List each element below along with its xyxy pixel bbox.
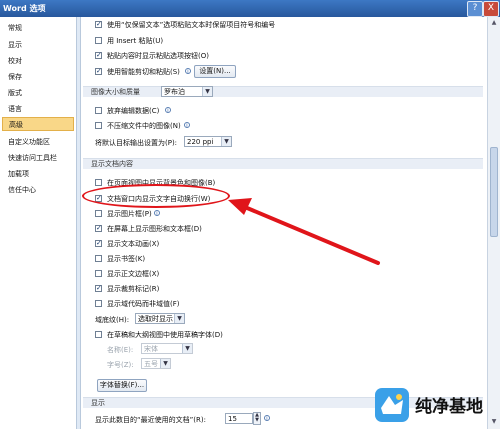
help-button[interactable]: ? <box>467 1 483 17</box>
chevron-down-icon: ▼ <box>182 344 192 353</box>
crop-marks-label: 显示裁剪标记(R) <box>107 285 160 293</box>
field-shading-select[interactable]: 选取时显示 ▼ <box>135 313 185 324</box>
sidebar-item-language[interactable]: 语言 <box>2 102 74 116</box>
no-compress-label: 不压缩文件中的图像(N) <box>107 122 181 130</box>
sidebar-item-display[interactable]: 显示 <box>2 38 74 52</box>
picture-placeholders-checkbox[interactable] <box>95 210 102 217</box>
drawings-textboxes-label: 在屏幕上显示图形和文本框(D) <box>107 225 202 233</box>
show-content-section-label: 显示文档内容 <box>91 160 133 168</box>
crop-marks-checkbox[interactable] <box>95 285 102 292</box>
options-content: 使用“仅保留文本”选项粘贴文本时保留项目符号和编号 用 Insert 粘贴(U)… <box>80 17 487 429</box>
settings-button[interactable]: 设置(N)... <box>194 65 236 78</box>
ppi-value: 220 ppi <box>187 138 214 146</box>
scroll-up-icon[interactable]: ▲ <box>489 18 499 28</box>
window-title: Word 选项 <box>3 4 46 13</box>
show-content-section: 显示文档内容 <box>83 158 483 169</box>
draft-font-checkbox[interactable] <box>95 331 102 338</box>
no-compress-checkbox[interactable] <box>95 122 102 129</box>
smart-paragraph-checkbox[interactable] <box>95 21 102 28</box>
show-background-checkbox[interactable] <box>95 179 102 186</box>
paste-options-checkbox[interactable] <box>95 52 102 59</box>
image-size-section: 图像大小和质量 <box>83 86 483 97</box>
sidebar-item-customize-ribbon[interactable]: 自定义功能区 <box>2 135 74 149</box>
default-target-label: 将默认目标输出设置为(P): <box>95 139 178 147</box>
image-document-value: 罗布泊 <box>164 88 185 96</box>
font-size-select[interactable]: 五号 ▼ <box>141 358 171 369</box>
chevron-down-icon: ▼ <box>221 137 231 146</box>
font-name-label: 名称(E): <box>107 346 134 354</box>
vertical-scrollbar[interactable]: ▲ ▼ <box>487 17 500 429</box>
info-icon: i <box>184 122 190 129</box>
image-size-section-label: 图像大小和质量 <box>91 88 140 96</box>
sidebar-item-quick-access[interactable]: 快速访问工具栏 <box>2 151 74 165</box>
draft-font-label: 在草稿和大纲视图中使用草稿字体(D) <box>107 331 223 339</box>
options-window: 常规 显示 校对 保存 版式 语言 高级 自定义功能区 快速访问工具栏 加载项 … <box>0 17 500 429</box>
watermark-text: 纯净基地 <box>415 397 483 417</box>
brand-logo-icon <box>375 388 409 422</box>
smart-cut-checkbox[interactable] <box>95 68 102 75</box>
text-boundaries-checkbox[interactable] <box>95 270 102 277</box>
smart-cut-label: 使用智能剪切和粘贴(S) <box>107 68 180 76</box>
text-animation-checkbox[interactable] <box>95 240 102 247</box>
sidebar-item-advanced[interactable]: 高级 <box>2 117 74 131</box>
chevron-down-icon: ▼ <box>202 87 212 96</box>
sidebar-item-trust-center[interactable]: 信任中心 <box>2 183 74 197</box>
chevron-down-icon: ▼ <box>160 359 170 368</box>
spin-buttons[interactable]: ▲ ▼ <box>253 412 261 425</box>
discard-edit-label: 放弃编辑数据(C) <box>107 107 160 115</box>
sidebar-item-save[interactable]: 保存 <box>2 70 74 84</box>
insert-paste-checkbox[interactable] <box>95 37 102 44</box>
display-section-label: 显示 <box>91 399 105 407</box>
sidebar: 常规 显示 校对 保存 版式 语言 高级 自定义功能区 快速访问工具栏 加载项 … <box>0 17 77 429</box>
field-codes-checkbox[interactable] <box>95 300 102 307</box>
field-shading-label: 域底纹(H): <box>95 316 130 324</box>
close-button[interactable]: X <box>483 1 499 17</box>
bookmarks-label: 显示书签(K) <box>107 255 146 263</box>
font-name-select[interactable]: 宋体 ▼ <box>141 343 193 354</box>
drawings-textboxes-checkbox[interactable] <box>95 225 102 232</box>
info-icon: i <box>185 68 191 75</box>
info-icon: i <box>154 210 160 217</box>
ppi-select[interactable]: 220 ppi ▼ <box>184 136 232 147</box>
sidebar-item-proofing[interactable]: 校对 <box>2 54 74 68</box>
picture-placeholders-label: 显示图片框(P) <box>107 210 152 218</box>
recent-docs-label: 显示此数目的“最近使用的文档”(R): <box>95 416 206 424</box>
text-animation-label: 显示文本动画(X) <box>107 240 160 248</box>
watermark: 纯净基地 <box>375 386 495 424</box>
text-boundaries-label: 显示正文边框(X) <box>107 270 160 278</box>
info-icon: i <box>165 107 171 114</box>
paste-options-label: 粘贴内容时显示粘贴选项按钮(O) <box>107 52 209 60</box>
field-codes-label: 显示域代码而非域值(F) <box>107 300 180 308</box>
font-name-value: 宋体 <box>144 345 158 353</box>
discard-edit-checkbox[interactable] <box>95 107 102 114</box>
chevron-down-icon: ▼ <box>174 314 184 323</box>
scrollbar-thumb[interactable] <box>490 147 498 237</box>
recent-docs-value: 15 <box>228 415 237 423</box>
sidebar-item-layout[interactable]: 版式 <box>2 86 74 100</box>
sidebar-item-general[interactable]: 常规 <box>2 21 74 35</box>
insert-paste-label: 用 Insert 粘贴(U) <box>107 37 164 45</box>
title-bar: Word 选项 ? X <box>0 0 500 17</box>
bookmarks-checkbox[interactable] <box>95 255 102 262</box>
font-size-value: 五号 <box>144 360 158 368</box>
info-icon: i <box>264 415 270 422</box>
recent-docs-input[interactable]: 15 <box>225 413 253 424</box>
sidebar-item-addins[interactable]: 加载项 <box>2 167 74 181</box>
font-substitution-button[interactable]: 字体替换(F)... <box>97 379 147 392</box>
font-size-label: 字号(Z): <box>107 361 134 369</box>
highlight-ellipse <box>82 184 230 208</box>
field-shading-value: 选取时显示 <box>138 315 173 323</box>
smart-paragraph-label: 使用“仅保留文本”选项粘贴文本时保留项目符号和编号 <box>107 21 276 29</box>
image-document-select[interactable]: 罗布泊 ▼ <box>161 86 213 97</box>
